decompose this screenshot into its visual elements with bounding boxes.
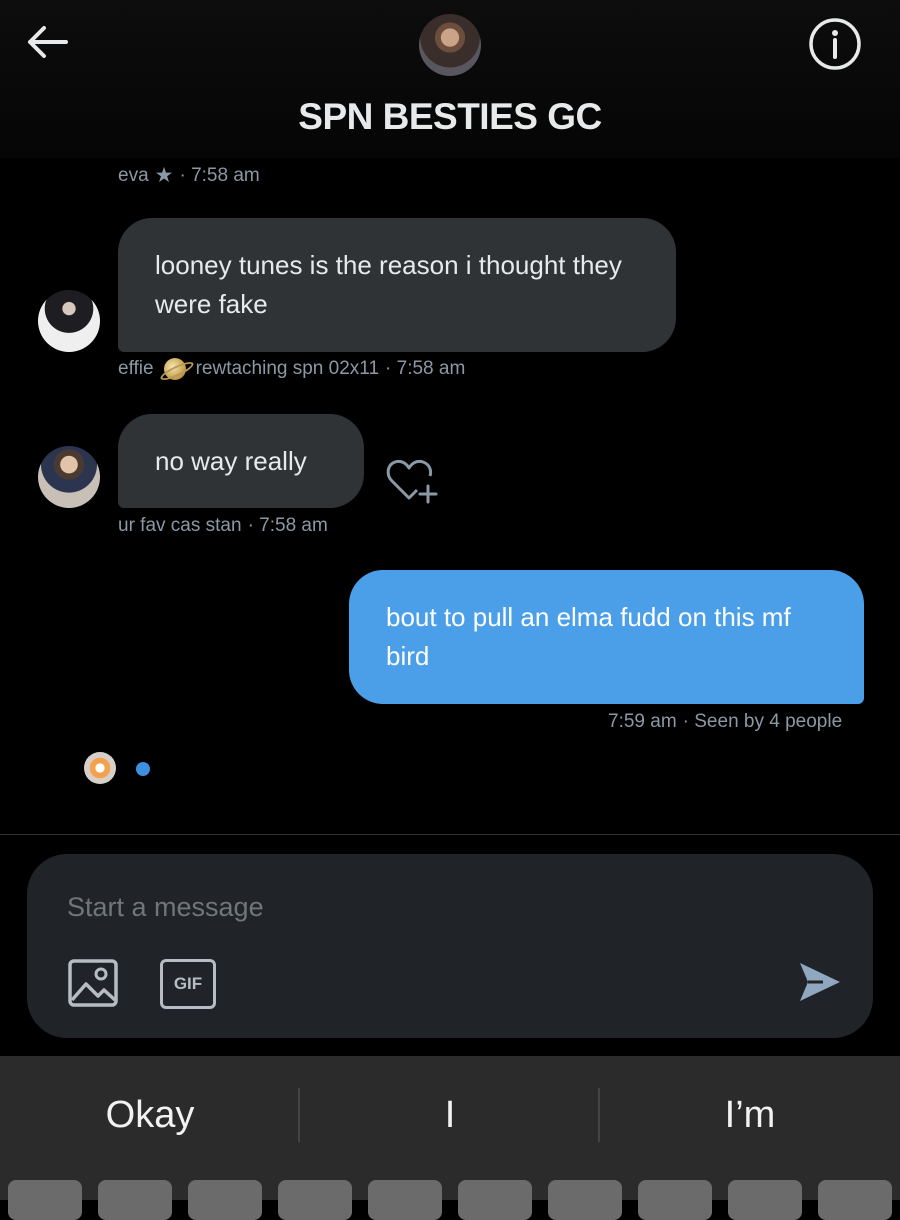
conversation-header: SPN BESTIES GC — [0, 0, 900, 158]
gif-button[interactable]: GIF — [160, 959, 216, 1009]
typing-avatar — [84, 752, 116, 784]
message-time: · 7:58 am — [247, 515, 328, 536]
star-icon: ★ — [154, 164, 174, 187]
add-photo-button[interactable] — [67, 958, 121, 1010]
keyboard-key[interactable] — [8, 1180, 82, 1220]
keyboard-key[interactable] — [368, 1180, 442, 1220]
avatar-effie[interactable] — [38, 290, 100, 352]
message-text: no way really — [155, 446, 307, 476]
arrow-left-icon — [28, 26, 68, 58]
avatar-cas-stan[interactable] — [38, 446, 100, 508]
sender-name: ur fav cas stan — [118, 515, 242, 536]
keyboard-key[interactable] — [458, 1180, 532, 1220]
conversation-title: SPN BESTIES GC — [298, 96, 602, 137]
typing-indicator — [136, 762, 150, 776]
info-button[interactable] — [808, 17, 862, 71]
seen-status: · Seen by 4 people — [682, 711, 843, 732]
keyboard: Okay I I’m — [0, 1056, 900, 1220]
message-composer: GIF — [27, 854, 873, 1038]
keyboard-key[interactable] — [548, 1180, 622, 1220]
message-meta-cas-stan: ur fav cas stan · 7:58 am — [118, 515, 328, 537]
message-meta-eva: eva ★ · 7:58 am — [118, 163, 260, 188]
keyboard-key[interactable] — [188, 1180, 262, 1220]
send-button[interactable] — [797, 960, 843, 1004]
suggestion-2[interactable]: I — [300, 1094, 600, 1137]
add-reaction-button[interactable] — [385, 456, 439, 506]
divider — [0, 834, 900, 835]
message-bubble[interactable]: no way really — [118, 414, 364, 508]
message-time: 7:59 am — [608, 711, 677, 732]
suggestion-1[interactable]: Okay — [0, 1094, 300, 1137]
message-meta-sent: 7:59 am · Seen by 4 people — [608, 711, 842, 733]
group-avatar[interactable] — [419, 14, 481, 76]
message-bubble[interactable]: looney tunes is the reason i thought the… — [118, 218, 676, 352]
keyboard-key[interactable] — [638, 1180, 712, 1220]
keyboard-key[interactable] — [98, 1180, 172, 1220]
message-time: · 7:58 am — [385, 358, 466, 379]
message-time: · 7:58 am — [179, 164, 260, 186]
image-icon — [68, 959, 118, 1007]
gif-icon: GIF — [160, 959, 216, 1009]
keyboard-key[interactable] — [728, 1180, 802, 1220]
heart-plus-icon — [386, 459, 438, 504]
message-text: bout to pull an elma fudd on this mf bir… — [386, 602, 791, 671]
keyboard-key[interactable] — [278, 1180, 352, 1220]
message-bubble-sent[interactable]: bout to pull an elma fudd on this mf bir… — [349, 570, 864, 704]
message-meta-effie: effie rewtaching spn 02x11 · 7:58 am — [118, 358, 465, 380]
keyboard-key[interactable] — [818, 1180, 892, 1220]
back-button[interactable] — [22, 22, 72, 62]
suggestion-3[interactable]: I’m — [600, 1094, 900, 1137]
planet-emoji-icon — [163, 358, 186, 380]
sender-name: eva — [118, 164, 149, 186]
sender-name: effie — [118, 358, 154, 379]
sender-status: rewtaching spn 02x11 — [195, 358, 380, 379]
message-text: looney tunes is the reason i thought the… — [155, 250, 622, 319]
info-icon — [809, 18, 861, 70]
message-input[interactable] — [67, 892, 767, 923]
send-icon — [800, 963, 840, 1001]
